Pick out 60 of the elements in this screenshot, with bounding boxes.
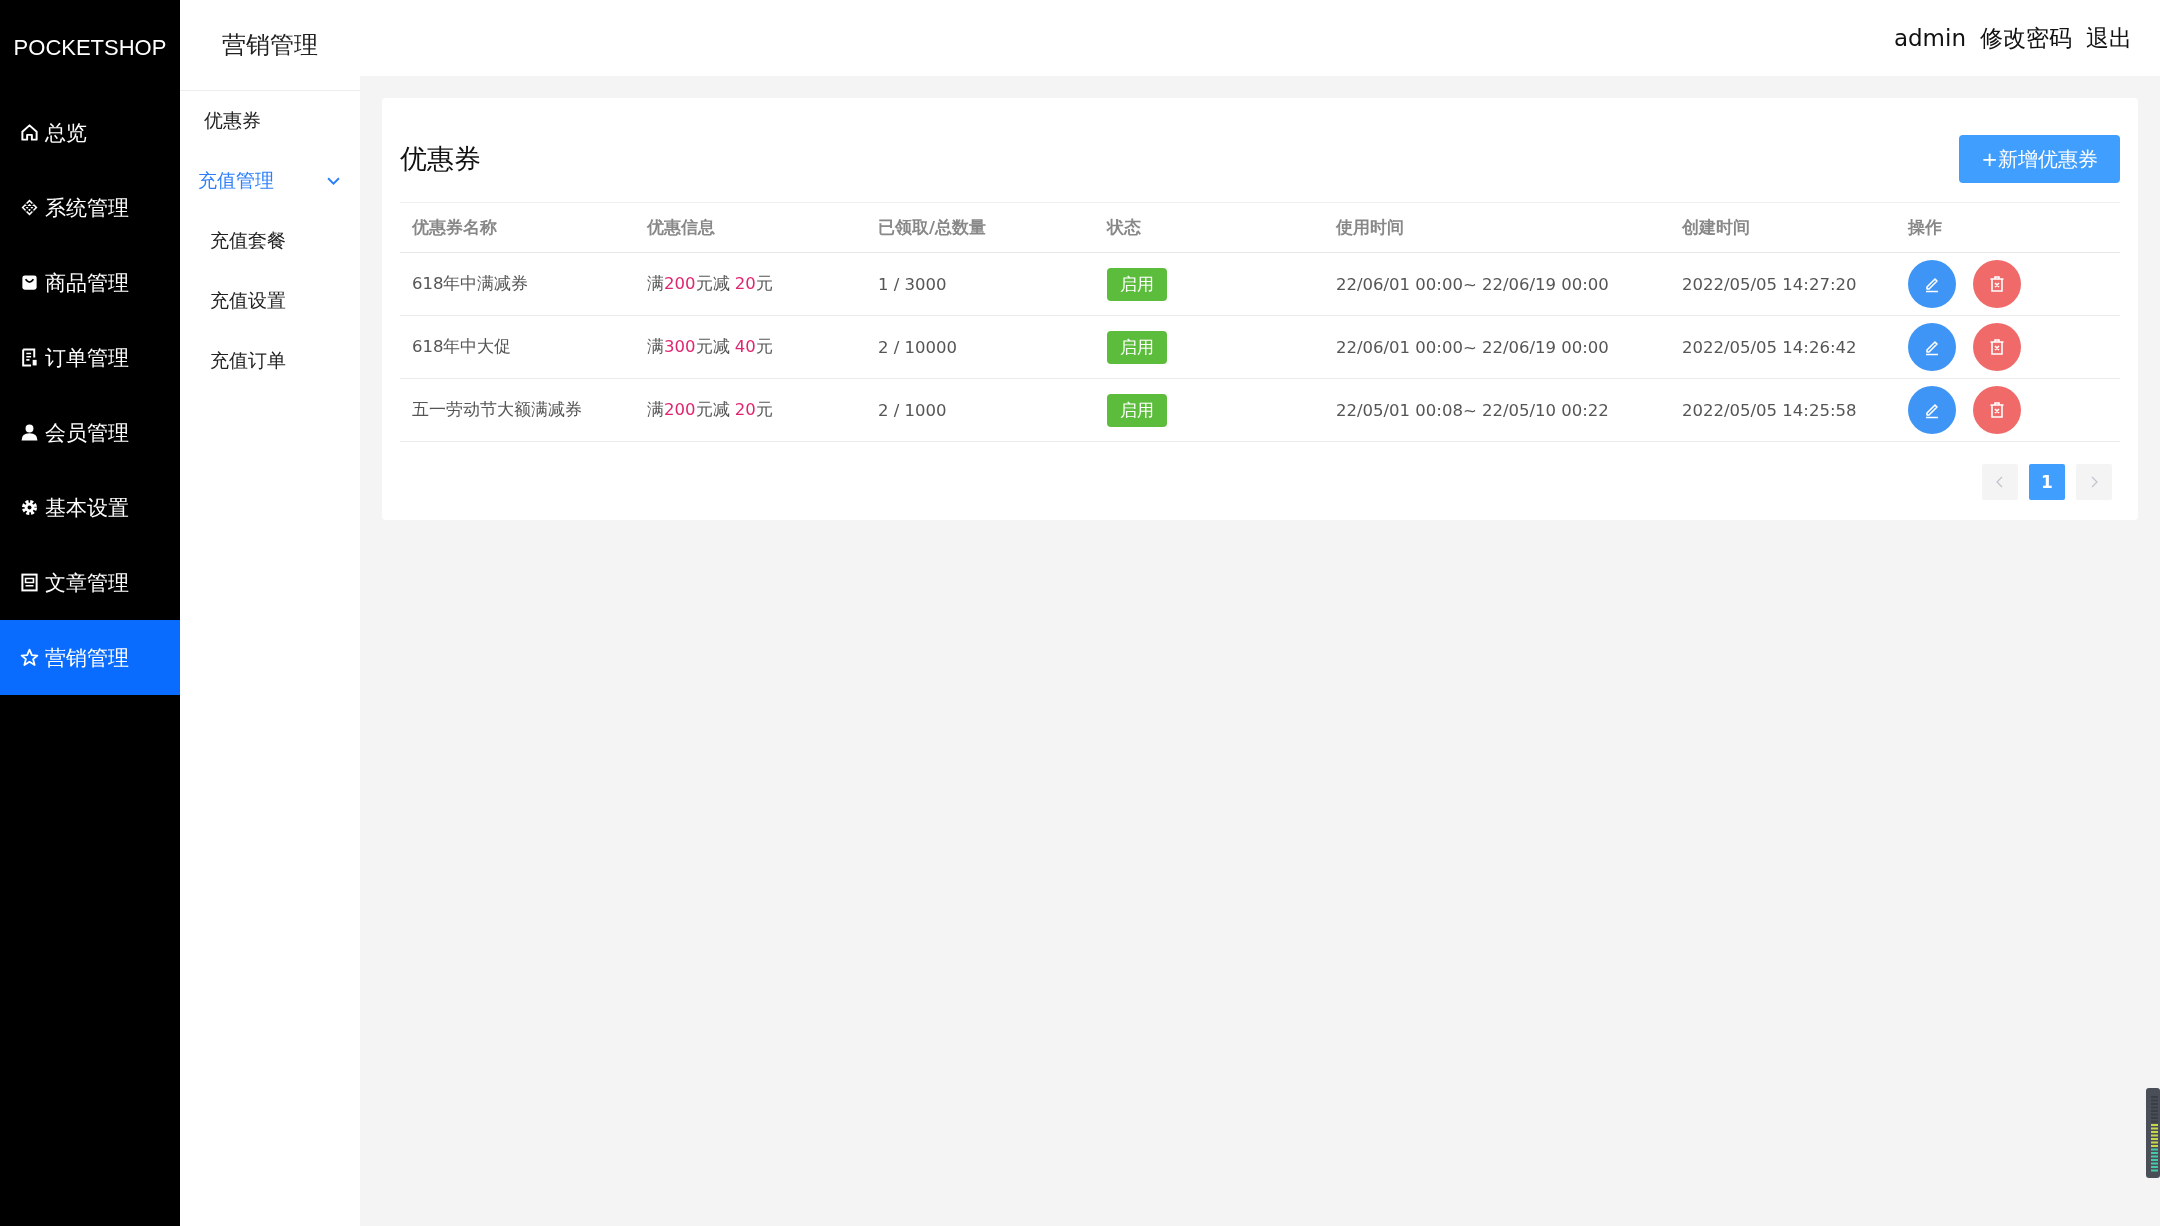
table-cell: 618年中满减券 [400, 252, 635, 316]
column-header: 状态 [1095, 203, 1324, 253]
home-icon [20, 123, 39, 142]
header-link[interactable]: 修改密码 [1980, 22, 2072, 54]
column-header: 使用时间 [1324, 203, 1670, 253]
star-icon [20, 648, 39, 667]
column-header: 操作 [1896, 203, 2120, 253]
chevron-left-icon [1996, 476, 2004, 488]
column-header: 优惠券名称 [400, 203, 635, 253]
chevron-icon [327, 176, 340, 186]
table-cell: 满200元减 20元 [635, 252, 866, 316]
table-cell: 22/06/01 00:00~ 22/06/19 00:00 [1324, 252, 1670, 316]
edit-button[interactable] [1908, 386, 1956, 434]
table-cell: 2 / 10000 [866, 315, 1095, 379]
chevron-right-icon [2090, 476, 2098, 488]
edit-button[interactable] [1908, 260, 1956, 308]
status-tag: 启用 [1107, 330, 1167, 364]
column-header: 已领取/总数量 [866, 203, 1095, 253]
delete-button[interactable] [1973, 260, 2021, 308]
brand-logo: POCKETSHOP [12, 33, 168, 62]
submenu-item[interactable]: 优惠券 [180, 91, 360, 151]
table-cell: 五一劳动节大额满减券 [400, 378, 635, 442]
table-cell: 22/06/01 00:00~ 22/06/19 00:00 [1324, 315, 1670, 379]
table-cell: 618年中大促 [400, 315, 635, 379]
nav-item[interactable]: 商品管理 [0, 245, 180, 320]
submenu-item[interactable]: 充值设置 [180, 271, 360, 331]
table-cell: 22/05/01 00:08~ 22/05/10 00:22 [1324, 378, 1670, 442]
table-cell: 2 / 1000 [866, 378, 1095, 442]
column-header: 优惠信息 [635, 203, 866, 253]
bag-icon [20, 273, 39, 292]
nav-item[interactable]: 营销管理 [0, 620, 180, 695]
article-icon [20, 573, 39, 592]
submenu-item[interactable]: 充值订单 [180, 331, 360, 391]
table-cell: 2022/05/05 14:26:42 [1670, 315, 1896, 379]
grid-icon [20, 198, 39, 217]
nav-item[interactable]: 基本设置 [0, 470, 180, 545]
user-name: admin [1893, 25, 1966, 51]
column-header: 创建时间 [1670, 203, 1896, 253]
user-icon [20, 423, 39, 442]
nav-item[interactable]: 文章管理 [0, 545, 180, 620]
header-link[interactable]: 退出 [2086, 22, 2132, 54]
table-cell: 2022/05/05 14:25:58 [1670, 378, 1896, 442]
settings-icon [20, 498, 39, 517]
nav-item[interactable]: 总览 [0, 95, 180, 170]
status-tag: 启用 [1107, 393, 1167, 427]
table-cell: 满200元减 20元 [635, 378, 866, 442]
submenu-item[interactable]: 充值套餐 [180, 211, 360, 271]
nav-item[interactable]: 系统管理 [0, 170, 180, 245]
nav-item[interactable]: 会员管理 [0, 395, 180, 470]
submenu-group[interactable]: 充值管理 [180, 151, 360, 211]
delete-button[interactable] [1973, 386, 2021, 434]
table-cell: 满300元减 40元 [635, 315, 866, 379]
table-cell: 2022/05/05 14:27:20 [1670, 252, 1896, 316]
edit-button[interactable] [1908, 323, 1956, 371]
document-icon [20, 348, 39, 367]
table-cell: 1 / 3000 [866, 252, 1095, 316]
nav-item[interactable]: 订单管理 [0, 320, 180, 395]
card-title: 优惠券 [400, 142, 481, 176]
status-tag: 启用 [1107, 267, 1167, 301]
delete-button[interactable] [1973, 323, 2021, 371]
